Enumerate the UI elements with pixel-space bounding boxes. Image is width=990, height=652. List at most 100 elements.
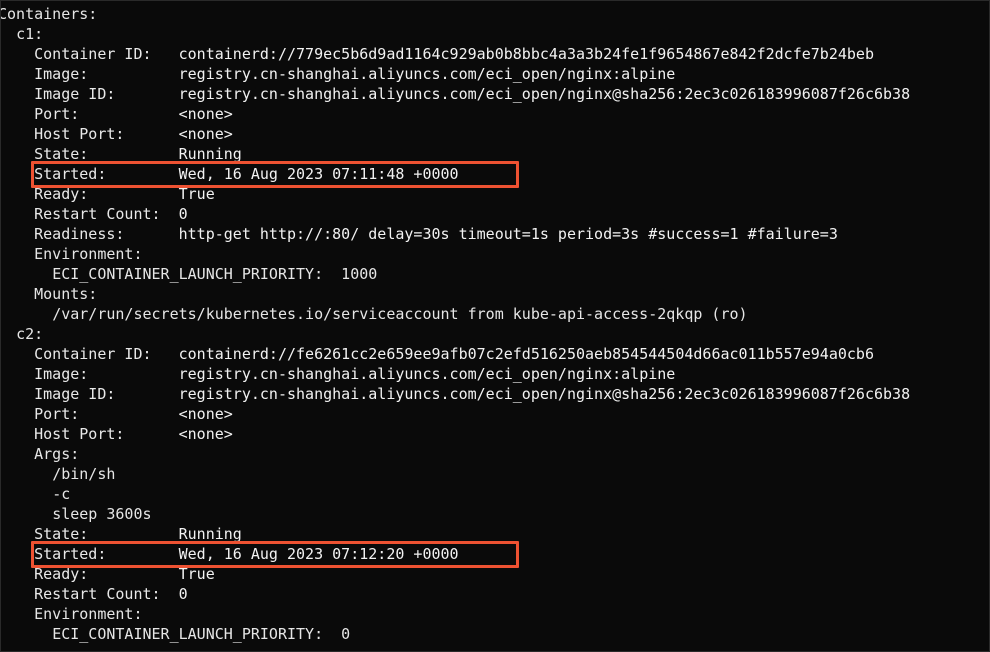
output-row-host-port: Host Port: <none> [1, 124, 989, 144]
field-value: Wed, 16 Aug 2023 07:11:48 +0000 [178, 165, 459, 183]
field-key: Host Port: [34, 125, 125, 143]
output-row-image: Image: registry.cn-shanghai.aliyuncs.com… [1, 364, 989, 384]
line-text: Environment: [34, 605, 143, 623]
field-value: True [178, 565, 215, 583]
output-line: ECI_CONTAINER_LAUNCH_PRIORITY: 0 [1, 624, 989, 644]
output-line: /bin/sh [1, 464, 989, 484]
column-spacer [106, 165, 178, 183]
output-line: Environment: [1, 604, 989, 624]
output-row-port: Port: <none> [1, 404, 989, 424]
output-row-host-port: Host Port: <none> [1, 424, 989, 444]
field-value: 0 [178, 585, 188, 603]
column-spacer [124, 125, 178, 143]
field-value: True [178, 185, 215, 203]
output-line: Containers: [0, 4, 989, 24]
column-spacer [115, 385, 178, 403]
field-value: registry.cn-shanghai.aliyuncs.com/eci_op… [178, 385, 911, 403]
field-key: Image ID: [34, 85, 116, 103]
field-key: State: [34, 145, 89, 163]
field-key: Port: [34, 105, 80, 123]
column-spacer [152, 345, 179, 363]
line-text: sleep 3600s [52, 505, 152, 523]
field-key: Ready: [34, 565, 89, 583]
line-text: -c [52, 485, 71, 503]
output-row-started: Started: Wed, 16 Aug 2023 07:11:48 +0000 [1, 164, 989, 184]
kubectl-describe-output: Containers: c1: Container ID: containerd… [0, 4, 989, 644]
field-value: Wed, 16 Aug 2023 07:12:20 +0000 [178, 545, 459, 563]
output-row-container-id: Container ID: containerd://fe6261cc2e659… [1, 344, 989, 364]
column-spacer [88, 185, 178, 203]
field-key: Port: [34, 405, 80, 423]
field-key: State: [34, 525, 89, 543]
field-value: Running [178, 145, 242, 163]
output-row-image-id: Image ID: registry.cn-shanghai.aliyuncs.… [1, 384, 989, 404]
field-key: Container ID: [34, 345, 152, 363]
field-key: Started: [34, 545, 107, 563]
line-text: c2: [16, 325, 44, 343]
field-value: registry.cn-shanghai.aliyuncs.com/eci_op… [178, 65, 676, 83]
column-spacer [115, 85, 178, 103]
line-text: Containers: [0, 5, 98, 23]
field-value: <none> [178, 405, 233, 423]
line-text: c1: [16, 25, 44, 43]
field-value: <none> [178, 105, 233, 123]
output-line: sleep 3600s [1, 504, 989, 524]
output-line: ECI_CONTAINER_LAUNCH_PRIORITY: 1000 [1, 264, 989, 284]
column-spacer [88, 565, 178, 583]
output-row-state: State: Running [1, 144, 989, 164]
output-line: -c [1, 484, 989, 504]
terminal-window[interactable]: Containers: c1: Container ID: containerd… [0, 0, 990, 652]
column-spacer [124, 425, 178, 443]
field-value: <none> [178, 425, 233, 443]
output-line: c1: [1, 24, 989, 44]
field-value: registry.cn-shanghai.aliyuncs.com/eci_op… [178, 85, 911, 103]
line-text: /var/run/secrets/kubernetes.io/serviceac… [52, 305, 748, 323]
field-key: Container ID: [34, 45, 152, 63]
line-text: Mounts: [34, 285, 98, 303]
field-key: Restart Count: [34, 585, 161, 603]
column-spacer [88, 65, 178, 83]
field-value: <none> [178, 125, 233, 143]
column-spacer [106, 545, 178, 563]
output-row-image: Image: registry.cn-shanghai.aliyuncs.com… [1, 64, 989, 84]
field-key: Restart Count: [34, 205, 161, 223]
line-text: Args: [34, 445, 80, 463]
output-row-port: Port: <none> [1, 104, 989, 124]
field-key: Readiness: [34, 225, 125, 243]
field-value: 0 [178, 205, 188, 223]
column-spacer [124, 225, 178, 243]
line-text: ECI_CONTAINER_LAUNCH_PRIORITY: 0 [52, 625, 351, 643]
field-value: containerd://fe6261cc2e659ee9afb07c2efd5… [178, 345, 874, 363]
output-row-readiness: Readiness: http-get http://:80/ delay=30… [1, 224, 989, 244]
output-row-ready: Ready: True [1, 564, 989, 584]
output-row-started: Started: Wed, 16 Aug 2023 07:12:20 +0000 [1, 544, 989, 564]
column-spacer [152, 45, 179, 63]
column-spacer [79, 405, 178, 423]
line-text: /bin/sh [52, 465, 116, 483]
column-spacer [88, 525, 178, 543]
field-key: Image: [34, 365, 89, 383]
line-text: Environment: [34, 245, 143, 263]
output-line: Args: [1, 444, 989, 464]
output-line: c2: [1, 324, 989, 344]
column-spacer [88, 365, 178, 383]
column-spacer [79, 105, 178, 123]
output-row-restart-count: Restart Count: 0 [1, 584, 989, 604]
output-row-restart-count: Restart Count: 0 [1, 204, 989, 224]
output-row-image-id: Image ID: registry.cn-shanghai.aliyuncs.… [1, 84, 989, 104]
field-key: Ready: [34, 185, 89, 203]
field-value: http-get http://:80/ delay=30s timeout=1… [178, 225, 838, 243]
field-key: Image: [34, 65, 89, 83]
field-value: Running [178, 525, 242, 543]
output-row-state: State: Running [1, 524, 989, 544]
output-row-ready: Ready: True [1, 184, 989, 204]
output-line: /var/run/secrets/kubernetes.io/serviceac… [1, 304, 989, 324]
output-row-container-id: Container ID: containerd://779ec5b6d9ad1… [1, 44, 989, 64]
field-value: containerd://779ec5b6d9ad1164c929ab0b8bb… [178, 45, 874, 63]
output-line: Environment: [1, 244, 989, 264]
field-key: Image ID: [34, 385, 116, 403]
column-spacer [88, 145, 178, 163]
column-spacer [161, 205, 179, 223]
column-spacer [161, 585, 179, 603]
field-value: registry.cn-shanghai.aliyuncs.com/eci_op… [178, 365, 676, 383]
